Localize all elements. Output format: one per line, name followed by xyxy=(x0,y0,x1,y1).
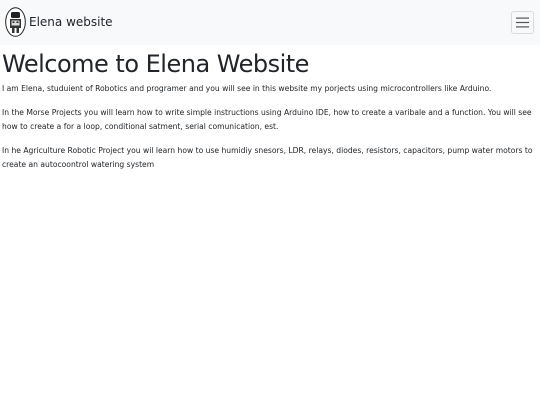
main-content: Welcome to Elena Website I am Elena, stu… xyxy=(0,45,540,172)
navbar-toggler-button[interactable] xyxy=(511,11,534,34)
robot-logo-icon xyxy=(5,7,26,37)
morse-projects-paragraph: In the Morse Projects you will learn how… xyxy=(2,108,532,131)
brand-link[interactable]: Elena website xyxy=(5,7,113,37)
page-title: Welcome to Elena Website xyxy=(2,50,309,78)
intro-paragraph: I am Elena, studuient of Robotics and pr… xyxy=(2,84,492,93)
brand-label: Elena website xyxy=(29,15,113,29)
navbar: Elena website xyxy=(0,0,540,45)
hamburger-menu-icon xyxy=(516,17,529,28)
agriculture-project-paragraph: In he Agriculture Robotic Project you wi… xyxy=(2,146,533,169)
